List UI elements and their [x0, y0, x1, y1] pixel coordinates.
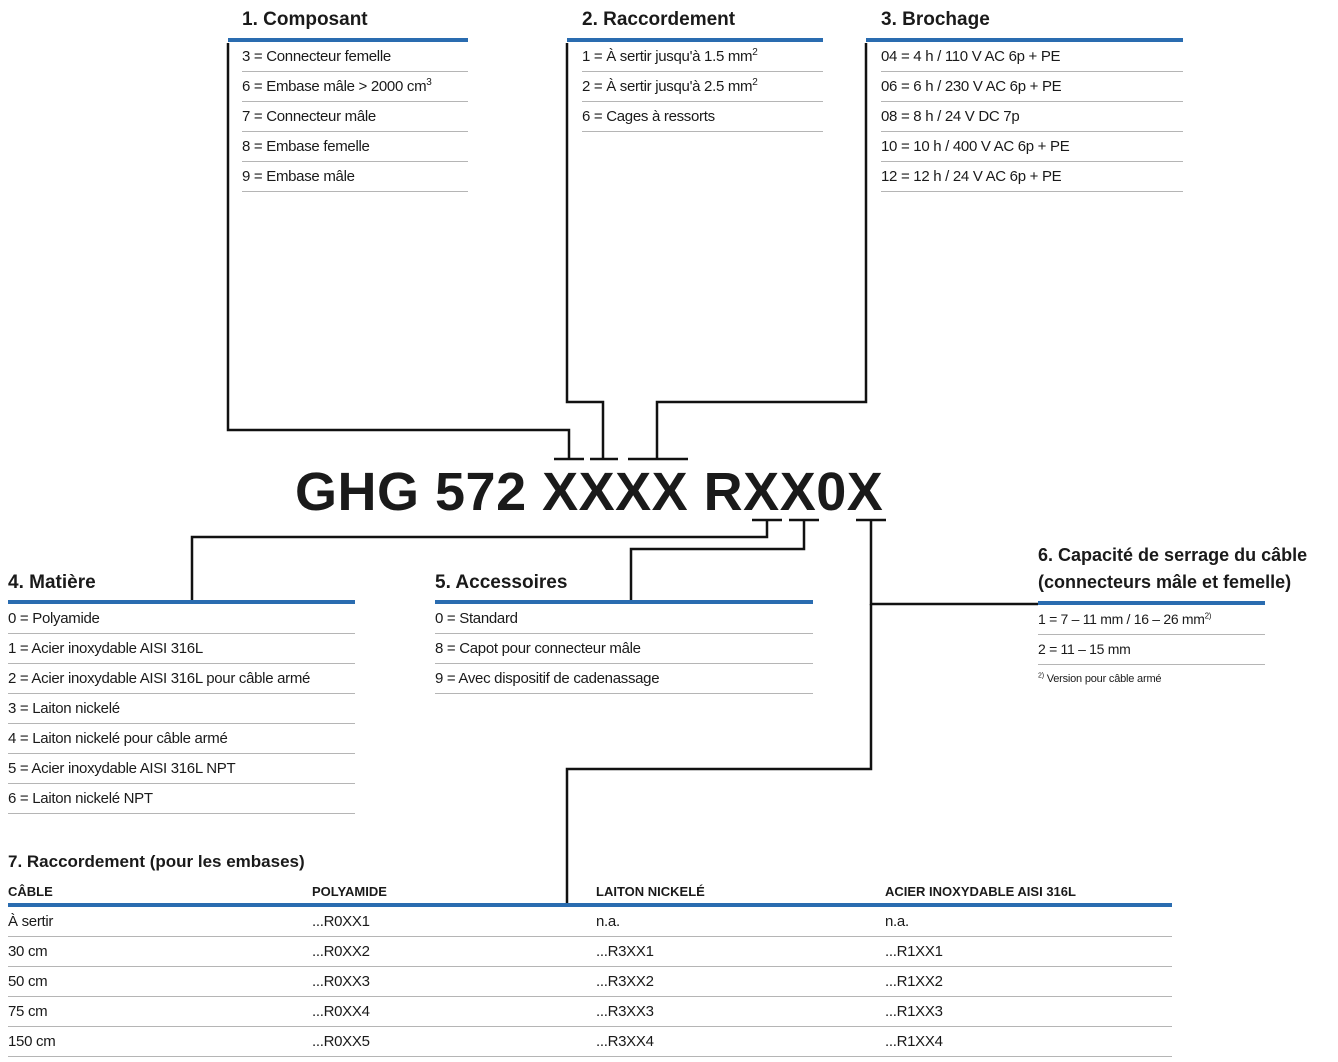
raccordement-list: 1 = À sertir jusqu'à 1.5 mm2 2 = À serti…: [567, 42, 823, 132]
list-item: 1 = 7 – 11 mm / 16 – 26 mm2): [1038, 605, 1265, 635]
table-cell: ...R3XX3: [596, 996, 885, 1027]
list-item: 1 = Acier inoxydable AISI 316L: [8, 634, 355, 664]
composant-list: 3 = Connecteur femelle 6 = Embase mâle >…: [228, 42, 468, 192]
list-item: 04 = 4 h / 110 V AC 6p + PE: [881, 42, 1183, 72]
serrage-list: 1 = 7 – 11 mm / 16 – 26 mm2) 2 = 11 – 15…: [1038, 605, 1265, 665]
accessoires-list: 0 = Standard 8 = Capot pour connecteur m…: [435, 604, 813, 694]
list-item: 9 = Avec dispositif de cadenassage: [435, 664, 813, 694]
header-acier: ACIER INOXYDABLE AISI 316L: [885, 881, 1172, 907]
table-cell: À sertir: [8, 905, 312, 937]
table-cell: ...R0XX3: [312, 966, 596, 997]
list-item: 10 = 10 h / 400 V AC 6p + PE: [881, 132, 1183, 162]
composant-section: 1. Composant 3 = Connecteur femelle 6 = …: [228, 8, 468, 192]
table-row: 150 cm ...R0XX5 ...R3XX4 ...R1XX4: [8, 1026, 1172, 1057]
table-row: 30 cm ...R0XX2 ...R3XX1 ...R1XX1: [8, 936, 1172, 967]
raccordement-section: 2. Raccordement 1 = À sertir jusqu'à 1.5…: [567, 8, 823, 132]
table-cell: ...R3XX4: [596, 1026, 885, 1057]
table-cell: 30 cm: [8, 936, 312, 967]
table-cell: n.a.: [596, 905, 885, 937]
table-cell: ...R1XX2: [885, 966, 1172, 997]
list-item: 2 = 11 – 15 mm: [1038, 635, 1265, 665]
brochage-section: 3. Brochage 04 = 4 h / 110 V AC 6p + PE …: [866, 8, 1183, 192]
list-item: 9 = Embase mâle: [242, 162, 468, 192]
list-item: 3 = Laiton nickelé: [8, 694, 355, 724]
list-item: 7 = Connecteur mâle: [242, 102, 468, 132]
product-code: GHG 572 XXXX RXX0X: [295, 462, 884, 522]
header-polyamide: POLYAMIDE: [312, 881, 596, 907]
table-cell: ...R0XX5: [312, 1026, 596, 1057]
accessoires-title: 5. Accessoires: [435, 572, 568, 593]
list-item: 12 = 12 h / 24 V AC 6p + PE: [881, 162, 1183, 192]
list-item: 06 = 6 h / 230 V AC 6p + PE: [881, 72, 1183, 102]
table-title: 7. Raccordement (pour les embases): [8, 852, 305, 871]
matiere-list: 0 = Polyamide 1 = Acier inoxydable AISI …: [8, 604, 355, 814]
table-cell: ...R0XX4: [312, 996, 596, 1027]
table-cell: 75 cm: [8, 996, 312, 1027]
list-item: 0 = Standard: [435, 604, 813, 634]
list-item: 0 = Polyamide: [8, 604, 355, 634]
table-cell: ...R3XX2: [596, 966, 885, 997]
table-cell: n.a.: [885, 905, 1172, 937]
composant-title: 1. Composant: [242, 9, 368, 30]
serrage-footnote: 2) Version pour câble armé: [1038, 672, 1162, 685]
list-item: 6 = Laiton nickelé NPT: [8, 784, 355, 814]
list-item: 08 = 8 h / 24 V DC 7p: [881, 102, 1183, 132]
brochage-title: 3. Brochage: [881, 9, 990, 30]
serrage-section: 6. Capacité de serrage du câble (connect…: [1038, 542, 1308, 687]
table-cell: ...R1XX1: [885, 936, 1172, 967]
list-item: 6 = Cages à ressorts: [582, 102, 823, 132]
raccordement-embases-table: CÂBLE POLYAMIDE LAITON NICKELÉ ACIER INO…: [8, 881, 1172, 1057]
list-item: 2 = À sertir jusqu'à 2.5 mm2: [582, 72, 823, 102]
table-cell: 50 cm: [8, 966, 312, 997]
list-item: 5 = Acier inoxydable AISI 316L NPT: [8, 754, 355, 784]
accessoires-section: 5. Accessoires 0 = Standard 8 = Capot po…: [435, 571, 813, 694]
list-item: 1 = À sertir jusqu'à 1.5 mm2: [582, 42, 823, 72]
table-row: 50 cm ...R0XX3 ...R3XX2 ...R1XX2: [8, 966, 1172, 997]
raccordement-title: 2. Raccordement: [582, 9, 736, 30]
list-item: 3 = Connecteur femelle: [242, 42, 468, 72]
matiere-title: 4. Matière: [8, 572, 96, 593]
table-header-row: CÂBLE POLYAMIDE LAITON NICKELÉ ACIER INO…: [8, 881, 1172, 907]
list-item: 8 = Embase femelle: [242, 132, 468, 162]
table-cell: ...R0XX1: [312, 905, 596, 937]
matiere-section: 4. Matière 0 = Polyamide 1 = Acier inoxy…: [8, 571, 355, 814]
list-item: 2 = Acier inoxydable AISI 316L pour câbl…: [8, 664, 355, 694]
header-cable: CÂBLE: [8, 881, 312, 907]
serrage-title-line2: (connecteurs mâle et femelle): [1038, 572, 1292, 592]
table-cell: ...R0XX2: [312, 936, 596, 967]
table-row: À sertir ...R0XX1 n.a. n.a.: [8, 905, 1172, 937]
list-item: 6 = Embase mâle > 2000 cm3: [242, 72, 468, 102]
serrage-title-line1: 6. Capacité de serrage du câble: [1038, 545, 1308, 565]
table-cell: ...R1XX4: [885, 1026, 1172, 1057]
table-row: 75 cm ...R0XX4 ...R3XX3 ...R1XX3: [8, 996, 1172, 1027]
list-item: 4 = Laiton nickelé pour câble armé: [8, 724, 355, 754]
table-cell: 150 cm: [8, 1026, 312, 1057]
header-laiton: LAITON NICKELÉ: [596, 881, 885, 907]
table-cell: ...R3XX1: [596, 936, 885, 967]
table-cell: ...R1XX3: [885, 996, 1172, 1027]
list-item: 8 = Capot pour connecteur mâle: [435, 634, 813, 664]
brochage-list: 04 = 4 h / 110 V AC 6p + PE 06 = 6 h / 2…: [866, 42, 1183, 192]
